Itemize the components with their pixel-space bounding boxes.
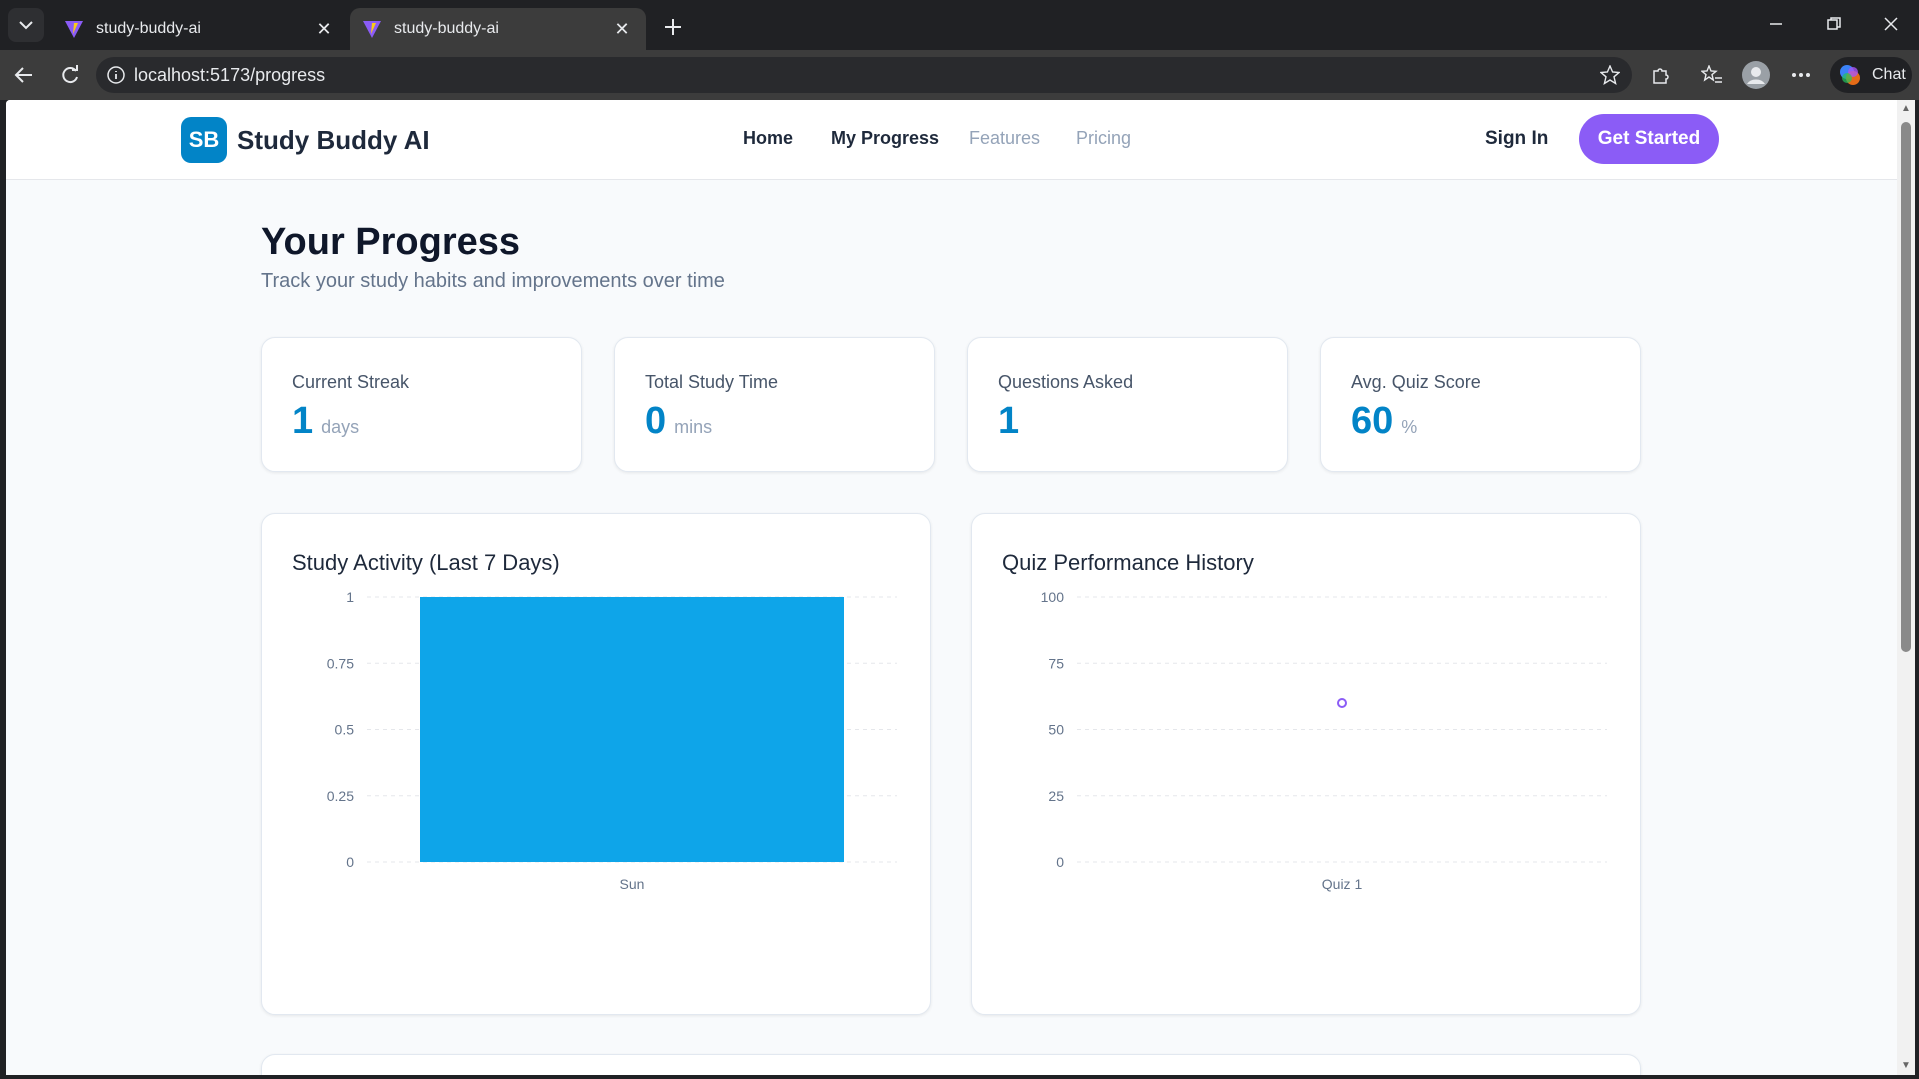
extensions-button[interactable] — [1645, 59, 1677, 91]
chat-label: Chat — [1872, 66, 1906, 83]
browser-tab-bar: study-buddy-ai ✕ study-buddy-ai ✕ — [0, 0, 1919, 50]
stat-card-streak: Current Streak 1 days — [261, 337, 582, 472]
browser-tab-active[interactable]: study-buddy-ai ✕ — [350, 8, 646, 50]
x-tick-label: Quiz 1 — [1322, 876, 1363, 892]
arrow-left-icon — [14, 67, 32, 83]
new-tab-button[interactable] — [658, 12, 688, 42]
stat-unit: % — [1401, 417, 1418, 437]
close-tab-icon[interactable]: ✕ — [312, 17, 336, 41]
info-icon[interactable] — [106, 65, 126, 85]
site-header: SB Study Buddy AI Home My Progress Featu… — [6, 100, 1897, 180]
restore-button[interactable] — [1814, 8, 1854, 40]
minimize-icon — [1770, 23, 1782, 25]
stat-value: 1 days — [292, 400, 359, 443]
favorites-button[interactable] — [1696, 59, 1728, 91]
page-subtitle: Track your study habits and improvements… — [261, 270, 725, 292]
star-icon[interactable] — [1600, 65, 1620, 85]
chevron-down-icon — [19, 21, 33, 30]
nav-features[interactable]: Features — [969, 128, 1040, 149]
address-bar[interactable]: localhost:5173/progress — [96, 57, 1632, 93]
restore-icon — [1827, 17, 1841, 30]
vite-favicon-icon — [363, 21, 381, 38]
y-tick-label: 50 — [1048, 722, 1064, 738]
stat-unit: days — [321, 417, 360, 437]
y-tick-label: 0.25 — [327, 788, 354, 804]
close-tab-icon[interactable]: ✕ — [610, 17, 634, 41]
tab-title: study-buddy-ai — [394, 20, 499, 37]
reload-button[interactable] — [54, 59, 86, 91]
stat-number: 1 — [292, 400, 314, 442]
plus-icon — [665, 19, 681, 35]
stat-value: 60 % — [1351, 400, 1417, 443]
y-tick-label: 100 — [1041, 589, 1065, 605]
data-point — [1337, 698, 1347, 708]
page-viewport: SB Study Buddy AI Home My Progress Featu… — [6, 100, 1897, 1075]
logo-badge: SB — [181, 117, 227, 163]
site-logo[interactable]: SB Study Buddy AI — [181, 117, 430, 163]
reload-icon — [62, 65, 78, 84]
stat-number: 0 — [645, 400, 667, 442]
stat-card-quiz-score: Avg. Quiz Score 60 % — [1320, 337, 1641, 472]
nav-my-progress[interactable]: My Progress — [831, 128, 939, 149]
profile-button[interactable] — [1740, 59, 1772, 91]
stat-number: 60 — [1351, 400, 1394, 442]
stat-card-study-time: Total Study Time 0 mins — [614, 337, 935, 472]
quiz-performance-card: Quiz Performance History 0 25 50 75 100 Quiz … — [971, 513, 1641, 1015]
stat-label: Current Streak — [292, 372, 410, 392]
stat-value: 0 mins — [645, 400, 712, 443]
scroll-down-arrow[interactable]: ▼ — [1901, 1061, 1911, 1071]
logo-text: Study Buddy AI — [237, 124, 430, 155]
get-started-button[interactable]: Get Started — [1579, 114, 1719, 164]
url-text[interactable]: localhost:5173/progress — [134, 65, 325, 86]
stat-card-questions: Questions Asked 1 — [967, 337, 1288, 472]
close-window-button[interactable] — [1871, 8, 1911, 40]
y-tick-label: 75 — [1048, 655, 1064, 671]
tab-title: study-buddy-ai — [96, 20, 201, 37]
y-tick-label: 1 — [346, 589, 354, 605]
minimize-button[interactable] — [1756, 8, 1796, 40]
sign-in-link[interactable]: Sign In — [1485, 128, 1548, 150]
copilot-icon — [1840, 65, 1860, 85]
stat-label: Questions Asked — [998, 372, 1134, 392]
puzzle-icon — [1653, 68, 1669, 84]
bar — [420, 597, 844, 862]
y-tick-label: 0 — [346, 854, 354, 870]
stat-unit: mins — [674, 417, 713, 437]
avatar-icon — [1742, 61, 1770, 89]
more-menu-button[interactable] — [1785, 59, 1817, 91]
stat-label: Avg. Quiz Score — [1351, 372, 1481, 392]
study-activity-card: Study Activity (Last 7 Days) 0 0.25 0.5 0.7… — [261, 513, 931, 1015]
scroll-thumb[interactable] — [1901, 122, 1911, 652]
quiz-performance-chart: 0 25 50 75 100 Quiz 1 — [1041, 589, 1607, 892]
more-horizontal-icon — [1792, 73, 1810, 77]
y-tick-label: 0.5 — [335, 722, 355, 738]
study-activity-chart: 0 0.25 0.5 0.75 1 Sun — [327, 589, 897, 892]
x-tick-label: Sun — [620, 876, 645, 892]
y-tick-label: 0.75 — [327, 655, 354, 671]
stat-number: 1 — [998, 400, 1020, 442]
favorites-icon — [1701, 65, 1722, 83]
close-icon — [1884, 17, 1898, 31]
browser-tab[interactable]: study-buddy-ai ✕ — [52, 8, 348, 50]
page-scrollbar[interactable]: ▲ ▼ — [1897, 100, 1915, 1075]
y-tick-label: 0 — [1056, 854, 1064, 870]
nav-home[interactable]: Home — [743, 128, 793, 149]
nav-pricing[interactable]: Pricing — [1076, 128, 1131, 149]
scroll-up-arrow[interactable]: ▲ — [1901, 104, 1911, 114]
copilot-chat-button[interactable]: Chat — [1830, 57, 1912, 93]
stat-value: 1 — [998, 400, 1027, 443]
back-button[interactable] — [8, 59, 40, 91]
next-section-card — [261, 1054, 1641, 1075]
vite-favicon-icon — [65, 21, 83, 38]
page-title: Your Progress — [261, 221, 521, 263]
stat-label: Total Study Time — [645, 372, 779, 392]
browser-toolbar: localhost:5173/progress Chat — [0, 50, 1919, 100]
y-tick-label: 25 — [1048, 788, 1064, 804]
tab-search-button[interactable] — [8, 8, 44, 42]
